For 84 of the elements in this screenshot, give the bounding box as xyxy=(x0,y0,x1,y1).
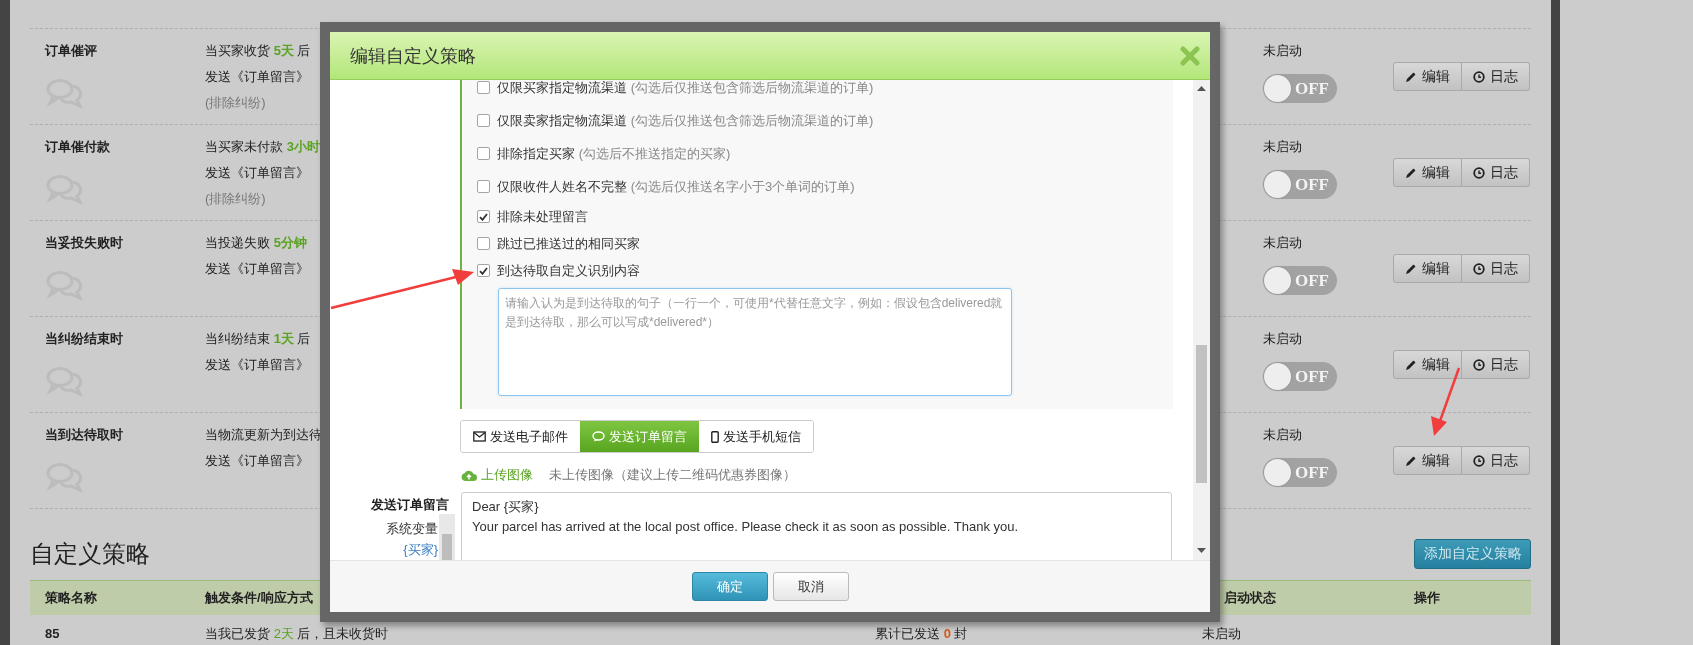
table-cell-text: 未启动 xyxy=(1202,625,1241,643)
status-label: 未启动 xyxy=(1263,426,1302,444)
section-title: 自定义策略 xyxy=(30,539,150,569)
column-header: 操作 xyxy=(1414,589,1440,607)
chat-icon xyxy=(592,431,605,442)
rule-description: 当买家未付款 3小时 xyxy=(205,138,320,156)
rule-description: 当投递失败 5分钟 xyxy=(205,234,307,252)
option-label: 到达待取自定义识别内容 xyxy=(497,261,640,280)
rule-name: 当妥投失败时 xyxy=(45,234,123,252)
checkbox[interactable] xyxy=(477,237,490,250)
rule-name: 当纠纷结束时 xyxy=(45,330,123,348)
mail-icon xyxy=(473,431,486,442)
scrollbar[interactable] xyxy=(1193,80,1210,560)
close-icon[interactable] xyxy=(1180,45,1200,66)
edit-button[interactable]: 编辑 xyxy=(1393,446,1462,475)
checkbox[interactable] xyxy=(477,180,490,193)
option-label: 排除指定买家 (勾选后不推送指定的买家) xyxy=(497,144,731,163)
rule-name: 订单催付款 xyxy=(45,138,110,156)
rule-name: 当到达待取时 xyxy=(45,426,123,444)
status-label: 未启动 xyxy=(1263,234,1302,252)
rule-description: 发送《订单留言》 xyxy=(205,68,309,86)
rule-description: 发送《订单留言》 xyxy=(205,452,309,470)
phone-icon xyxy=(711,430,719,443)
option-label: 排除未处理留言 xyxy=(497,207,588,226)
option-label: 仅限卖家指定物流渠道 (勾选后仅推送包含筛选后物流渠道的订单) xyxy=(497,111,874,130)
clock-icon xyxy=(1473,358,1485,371)
cloud-upload-icon xyxy=(461,469,477,481)
checkbox[interactable] xyxy=(477,210,490,223)
column-header: 策略名称 xyxy=(45,589,97,607)
rule-note: (排除纠纷) xyxy=(205,190,266,208)
log-button[interactable]: 日志 xyxy=(1462,158,1530,187)
rule-description: 发送《订单留言》 xyxy=(205,260,309,278)
pencil-icon xyxy=(1405,358,1417,371)
checkbox[interactable] xyxy=(477,147,490,160)
rule-description: 当买家收货 5天 后 xyxy=(205,42,311,60)
cancel-button[interactable]: 取消 xyxy=(772,572,849,601)
rule-description: 当纠纷结束 1天 后 xyxy=(205,330,311,348)
option-label: 跳过已推送过的相同买家 xyxy=(497,234,640,253)
edit-button[interactable]: 编辑 xyxy=(1393,62,1462,91)
log-button[interactable]: 日志 xyxy=(1462,62,1530,91)
pencil-icon xyxy=(1405,70,1417,83)
clock-icon xyxy=(1473,70,1485,83)
edit-button[interactable]: 编辑 xyxy=(1393,254,1462,283)
column-header: 启动状态 xyxy=(1223,589,1276,607)
pencil-icon xyxy=(1405,454,1417,467)
rule-name: 订单催评 xyxy=(45,42,97,60)
checkbox[interactable] xyxy=(477,114,490,127)
rule-note: (排除纠纷) xyxy=(205,94,266,112)
checkbox[interactable] xyxy=(477,81,490,94)
pencil-icon xyxy=(1405,262,1417,275)
status-label: 未启动 xyxy=(1263,42,1302,60)
clock-icon xyxy=(1473,262,1485,275)
log-button[interactable]: 日志 xyxy=(1462,446,1530,475)
table-cell-text: 85 xyxy=(45,625,60,643)
option-label: 仅限买家指定物流渠道 (勾选后仅推送包含筛选后物流渠道的订单) xyxy=(497,80,874,97)
checkbox[interactable] xyxy=(477,264,490,277)
option-label: 仅限收件人姓名不完整 (勾选后仅推送名字小于3个单词的订单) xyxy=(497,177,855,196)
rule-description: 发送《订单留言》 xyxy=(205,356,309,374)
variables-label: 系统变量 xyxy=(386,520,438,538)
clock-icon xyxy=(1473,166,1485,179)
status-label: 未启动 xyxy=(1263,330,1302,348)
variable-link[interactable]: {买家} xyxy=(403,539,438,560)
check-icon xyxy=(479,212,488,221)
column-header: 触发条件/响应方式 xyxy=(205,589,313,607)
pencil-icon xyxy=(1405,166,1417,179)
upload-status: 未上传图像（建议上传二维码优惠券图像） xyxy=(549,466,796,484)
log-button[interactable]: 日志 xyxy=(1462,254,1530,283)
edit-button[interactable]: 编辑 xyxy=(1393,158,1462,187)
log-button[interactable]: 日志 xyxy=(1462,350,1530,379)
message-field[interactable]: Dear {买家} Your parcel has arrived at the local post office. Please check it as soon as possible. Thank you. xyxy=(461,492,1172,560)
pattern-field[interactable]: 请输入认为是到达待取的句子（一行一个，可使用*代替任意文字，例如：假设包含delivered就是到达待取，那么可以写成*delivered*） xyxy=(498,288,1012,396)
field-label: 发送订单留言 xyxy=(371,496,450,514)
scrollbar-thumb[interactable] xyxy=(1196,345,1207,483)
dialog-title: 编辑自定义策略 xyxy=(350,44,476,68)
clock-icon xyxy=(1473,454,1485,467)
rule-description: 发送《订单留言》 xyxy=(205,164,309,182)
scroll-down-icon[interactable] xyxy=(1197,548,1206,553)
edit-button[interactable]: 编辑 xyxy=(1393,350,1462,379)
rule-description: 当物流更新为到达待 xyxy=(205,426,322,444)
table-cell-text: 当我已发货 2天 后，且未收货时 xyxy=(205,625,389,643)
table-cell-text: 累计已发送 0 封 xyxy=(875,625,968,643)
status-label: 未启动 xyxy=(1263,138,1302,156)
check-icon xyxy=(479,266,488,275)
scroll-up-icon[interactable] xyxy=(1197,86,1206,91)
